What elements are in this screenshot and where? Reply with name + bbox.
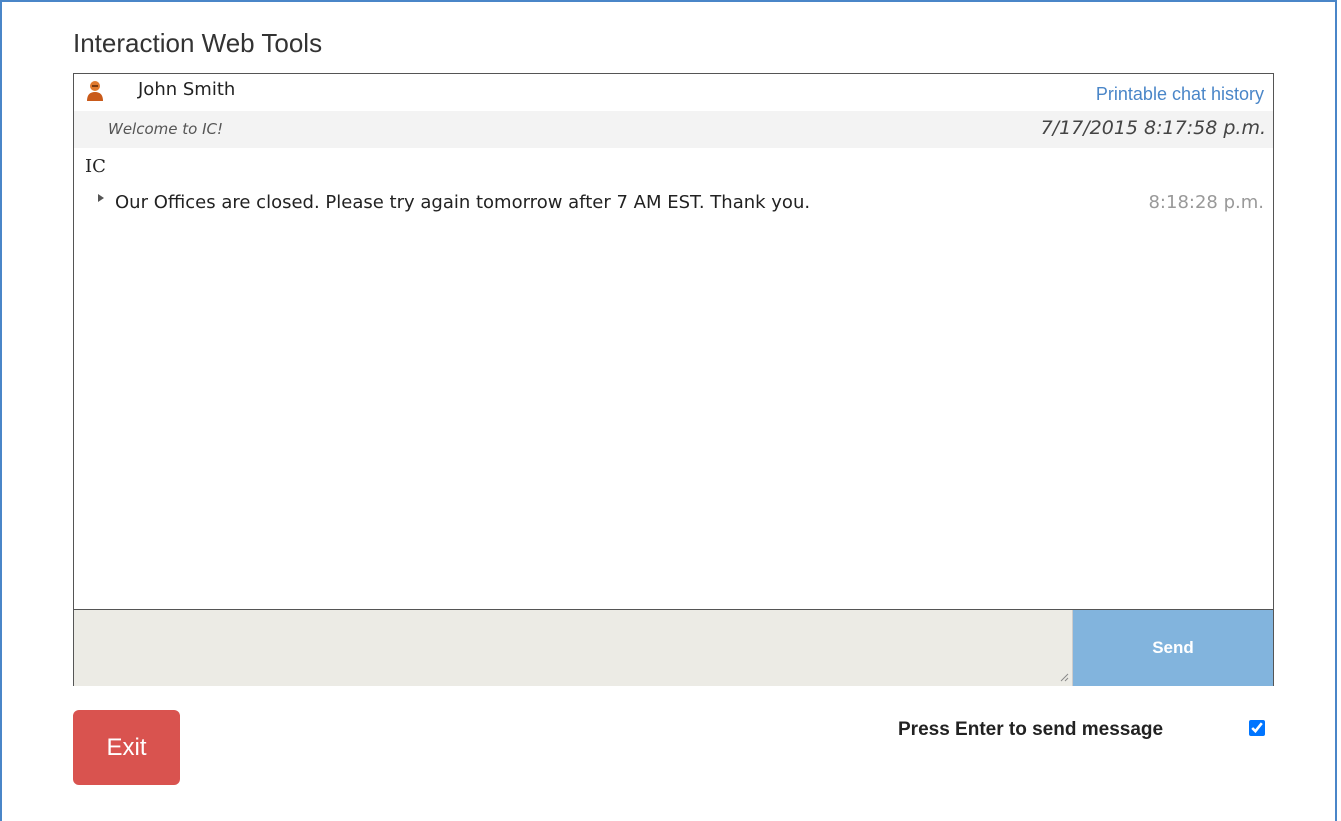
person-icon (87, 81, 103, 101)
composer: Send (74, 609, 1273, 686)
enter-to-send-checkbox[interactable] (1249, 720, 1265, 736)
exit-button[interactable]: Exit (73, 710, 180, 785)
welcome-banner: Welcome to IC! 7/17/2015 8:17:58 p.m. (74, 111, 1273, 148)
message-sender: IC (85, 156, 106, 177)
participant-name: John Smith (138, 79, 236, 100)
message-input[interactable] (74, 610, 1073, 686)
message-list: IC Our Offices are closed. Please try ag… (74, 154, 1273, 604)
welcome-message: Welcome to IC! (108, 120, 223, 138)
page-title: Interaction Web Tools (73, 28, 323, 58)
resize-grip-icon[interactable] (1059, 672, 1069, 682)
message-text: Our Offices are closed. Please try again… (115, 192, 811, 213)
printable-chat-history-link[interactable]: Printable chat history (1096, 84, 1264, 105)
message-time: 8:18:28 p.m. (1148, 192, 1264, 213)
enter-to-send-label: Press Enter to send message (898, 719, 1164, 740)
chat-panel: John Smith Printable chat history Welcom… (73, 73, 1274, 686)
chat-header: John Smith Printable chat history (74, 74, 1273, 109)
message-bullet-icon (98, 194, 104, 202)
send-button[interactable]: Send (1073, 610, 1273, 686)
welcome-timestamp: 7/17/2015 8:17:58 p.m. (1040, 117, 1266, 139)
